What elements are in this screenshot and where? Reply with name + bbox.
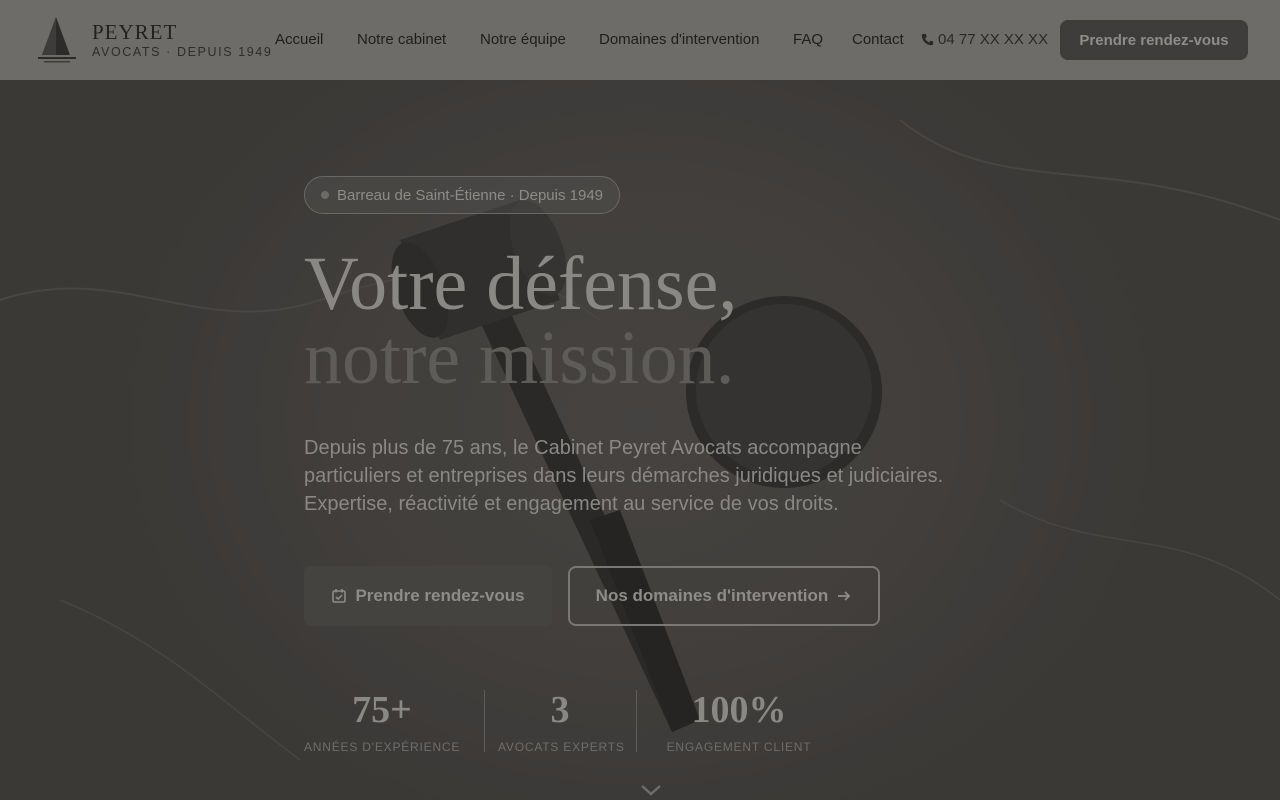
stat-divider bbox=[636, 690, 637, 752]
stat-label: ENGAGEMENT CLIENT bbox=[666, 740, 812, 754]
nav-faq[interactable]: FAQ bbox=[793, 31, 823, 48]
brand-name[interactable]: PEYRET bbox=[92, 20, 177, 45]
nav-contact[interactable]: Contact bbox=[852, 31, 904, 48]
chevron-down-icon[interactable] bbox=[639, 782, 663, 798]
navbar: PEYRET AVOCATS · DEPUIS 1949 Accueil Not… bbox=[0, 0, 1280, 80]
header-appointment-button[interactable]: Prendre rendez-vous bbox=[1060, 20, 1248, 60]
hero-description: Depuis plus de 75 ans, le Cabinet Peyret… bbox=[304, 437, 944, 515]
nav-notre-equipe[interactable]: Notre équipe bbox=[480, 31, 566, 48]
brand-subtitle: AVOCATS · DEPUIS 1949 bbox=[92, 45, 273, 59]
stat-value: 100% bbox=[691, 689, 787, 731]
hero-title-line2: notre mission. bbox=[304, 316, 735, 400]
arrow-right-icon bbox=[838, 591, 851, 601]
phone-number: 04 77 XX XX XX bbox=[938, 31, 1049, 48]
phone-icon bbox=[921, 33, 934, 46]
stat-divider bbox=[484, 690, 485, 752]
hero-title-line1: Votre défense, bbox=[304, 242, 738, 326]
calendar-check-icon bbox=[332, 589, 347, 603]
appointment-button-label: Prendre rendez-vous bbox=[355, 586, 525, 605]
nav-domaines[interactable]: Domaines d'intervention bbox=[599, 31, 759, 48]
stat-lawyers: 3 AVOCATS EXPERTS bbox=[498, 688, 625, 754]
badge-text: Barreau de Saint-Étienne · Depuis 1949 bbox=[337, 186, 604, 204]
phone-link[interactable]: 04 77 XX XX XX bbox=[921, 31, 1048, 48]
practice-areas-button-label: Nos domaines d'intervention bbox=[595, 586, 829, 605]
hero-overlay bbox=[0, 0, 1280, 800]
location-badge: Barreau de Saint-Étienne · Depuis 1949 bbox=[304, 176, 621, 214]
badge-dot-icon bbox=[321, 191, 329, 199]
stat-value: 75+ bbox=[352, 689, 412, 731]
stat-label: AVOCATS EXPERTS bbox=[498, 740, 625, 754]
stat-label: ANNÉES D'EXPÉRIENCE bbox=[304, 740, 461, 754]
stat-experience: 75+ ANNÉES D'EXPÉRIENCE bbox=[304, 688, 460, 754]
stat-commitment: 100% ENGAGEMENT CLIENT bbox=[664, 688, 814, 754]
nav-notre-cabinet[interactable]: Notre cabinet bbox=[357, 31, 446, 48]
stat-value: 3 bbox=[550, 689, 570, 731]
nav-accueil[interactable]: Accueil bbox=[275, 31, 323, 48]
practice-areas-button[interactable]: Nos domaines d'intervention bbox=[568, 566, 880, 626]
appointment-button[interactable]: Prendre rendez-vous bbox=[304, 566, 552, 626]
sail-logo-icon[interactable] bbox=[34, 15, 80, 65]
